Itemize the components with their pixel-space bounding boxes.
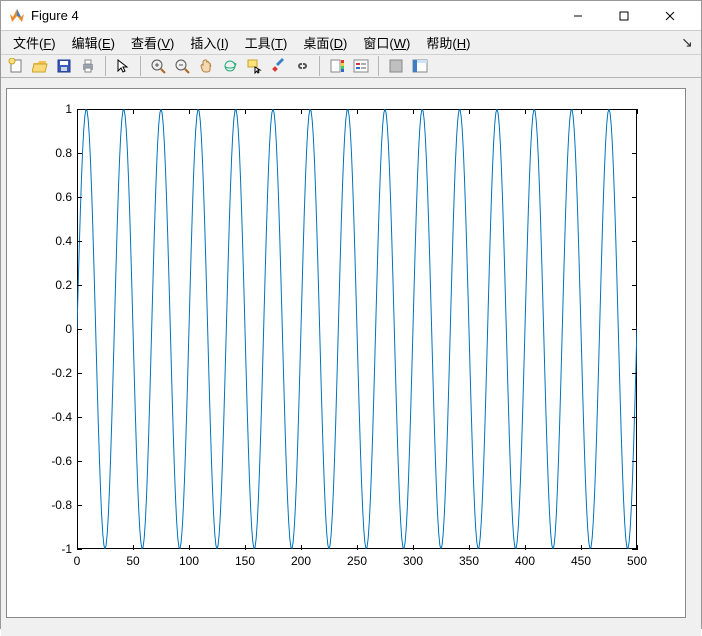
open-button[interactable] xyxy=(29,55,51,77)
toolbar-separator xyxy=(105,56,106,76)
menu-view-label: 查看(V) xyxy=(131,36,174,51)
toolbar-separator xyxy=(140,56,141,76)
pan-button[interactable] xyxy=(195,55,217,77)
y-tick-label: -0.6 xyxy=(32,454,72,468)
y-tick-label: 0.6 xyxy=(32,190,72,204)
toolbar xyxy=(1,54,701,78)
y-tick-label: -0.2 xyxy=(32,366,72,380)
line-plot xyxy=(77,109,637,549)
x-tick-label: 350 xyxy=(459,554,479,568)
matlab-icon xyxy=(9,8,25,24)
y-tick-label: -0.4 xyxy=(32,410,72,424)
pointer-button[interactable] xyxy=(112,55,134,77)
rotate3d-button[interactable] xyxy=(219,55,241,77)
toolbar-separator xyxy=(319,56,320,76)
y-tick-label: 0 xyxy=(32,322,72,336)
menu-file[interactable]: 文件(F) xyxy=(5,31,64,54)
insert-legend-button[interactable] xyxy=(350,55,372,77)
y-tick-label: 1 xyxy=(32,102,72,116)
maximize-button[interactable] xyxy=(601,1,647,31)
print-button[interactable] xyxy=(77,55,99,77)
toolbar-separator xyxy=(378,56,379,76)
x-tick-label: 100 xyxy=(179,554,199,568)
zoom-out-button[interactable] xyxy=(171,55,193,77)
y-tick-label: -0.8 xyxy=(32,498,72,512)
menu-window[interactable]: 窗口(W) xyxy=(355,31,418,54)
figure-body: -1 -0.8 -0.6 -0.4 -0.2 0 0.2 0.4 0.6 0.8 1 0 50 100 15… xyxy=(1,78,701,636)
menu-view[interactable]: 查看(V) xyxy=(123,31,182,54)
menu-desktop[interactable]: 桌面(D) xyxy=(295,31,355,54)
menu-help-label: 帮助(H) xyxy=(426,36,470,51)
minimize-button[interactable] xyxy=(555,1,601,31)
x-tick-label: 50 xyxy=(126,554,139,568)
x-tick-label: 450 xyxy=(571,554,591,568)
data-cursor-button[interactable] xyxy=(243,55,265,77)
new-figure-button[interactable] xyxy=(5,55,27,77)
figure-window: Figure 4 文件(F) 编辑(E) 查看(V) 插入(I) 工具(T) 桌… xyxy=(0,0,702,629)
menu-window-label: 窗口(W) xyxy=(363,36,410,51)
menu-tools-label: 工具(T) xyxy=(245,36,288,51)
zoom-in-button[interactable] xyxy=(147,55,169,77)
y-tick-label: 0.4 xyxy=(32,234,72,248)
x-tick-label: 500 xyxy=(627,554,647,568)
axes[interactable]: -1-0.8-0.6-0.4-0.200.20.40.60.8105010015… xyxy=(57,109,637,569)
insert-colorbar-button[interactable] xyxy=(326,55,348,77)
dock-handle-icon[interactable]: ↘ xyxy=(677,34,697,51)
x-tick-label: 300 xyxy=(403,554,423,568)
brush-button[interactable] xyxy=(267,55,289,77)
axes-container: -1 -0.8 -0.6 -0.4 -0.2 0 0.2 0.4 0.6 0.8 1 0 50 100 15… xyxy=(6,88,686,618)
window-title: Figure 4 xyxy=(31,8,555,23)
y-tick-label: 0.8 xyxy=(32,146,72,160)
menu-insert[interactable]: 插入(I) xyxy=(182,31,236,54)
link-plots-button[interactable] xyxy=(291,55,313,77)
save-button[interactable] xyxy=(53,55,75,77)
x-tick-label: 200 xyxy=(291,554,311,568)
y-tick-label: 0.2 xyxy=(32,278,72,292)
menu-file-label: 文件(F) xyxy=(13,36,56,51)
menu-edit[interactable]: 编辑(E) xyxy=(64,31,123,54)
show-plot-tools-button[interactable] xyxy=(409,55,431,77)
menu-bar: 文件(F) 编辑(E) 查看(V) 插入(I) 工具(T) 桌面(D) 窗口(W… xyxy=(1,31,701,54)
menu-tools[interactable]: 工具(T) xyxy=(237,31,296,54)
title-bar[interactable]: Figure 4 xyxy=(1,1,701,31)
hide-plot-tools-button[interactable] xyxy=(385,55,407,77)
menu-edit-label: 编辑(E) xyxy=(72,36,115,51)
menu-insert-label: 插入(I) xyxy=(190,36,228,51)
x-tick-label: 400 xyxy=(515,554,535,568)
menu-help[interactable]: 帮助(H) xyxy=(418,31,478,54)
y-tick-label: -1 xyxy=(32,542,72,556)
x-tick-label: 0 xyxy=(74,554,81,568)
close-button[interactable] xyxy=(647,1,693,31)
menu-desktop-label: 桌面(D) xyxy=(303,36,347,51)
x-tick-label: 150 xyxy=(235,554,255,568)
x-tick-label: 250 xyxy=(347,554,367,568)
